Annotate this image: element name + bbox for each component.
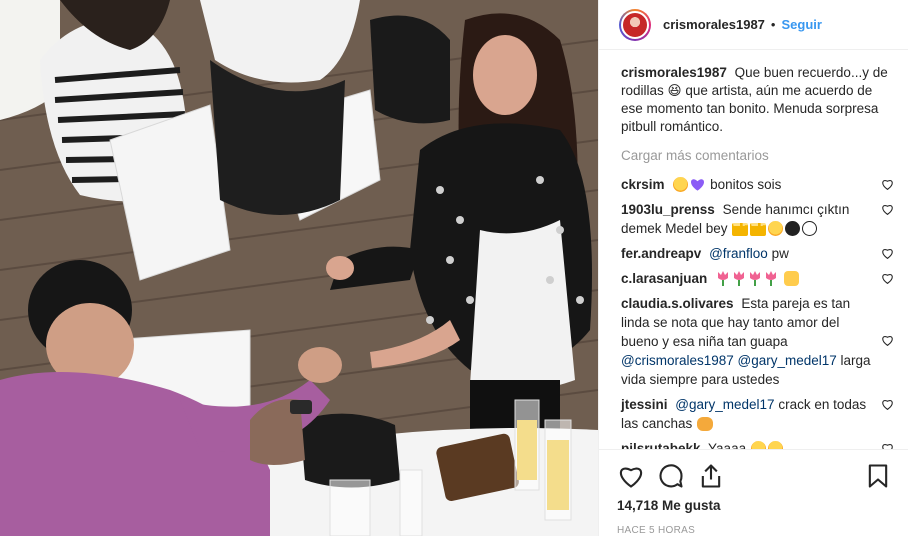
photo-illustration	[0, 0, 598, 536]
comment-item: 1903lu_prenss Sende hanımcı çıktın demek…	[621, 200, 894, 238]
post-timestamp: HACE 5 HORAS	[617, 525, 696, 536]
raised-hands-emoji-icon	[783, 271, 799, 286]
comment-item: jtessini @gary_medel17 crack en todas la…	[621, 395, 894, 433]
star-eyes-emoji-icon	[750, 441, 766, 449]
tulip-emoji-icon	[734, 271, 745, 286]
post-header: crismorales1987 • Seguir	[599, 0, 908, 50]
small-heart-icon[interactable]	[881, 247, 894, 260]
author-username[interactable]: crismorales1987	[663, 17, 765, 32]
small-heart-icon[interactable]	[881, 398, 894, 411]
small-heart-icon[interactable]	[881, 442, 894, 449]
smiling-emoji-icon	[767, 441, 783, 449]
comment-mention[interactable]: @gary_medel17	[738, 353, 837, 368]
bookmark-icon[interactable]	[864, 462, 892, 490]
small-heart-icon[interactable]	[881, 203, 894, 216]
author-avatar[interactable]	[619, 8, 651, 41]
avatar-image	[621, 10, 649, 39]
purple-heart-emoji-icon	[691, 179, 705, 191]
black-circle-emoji-icon	[785, 221, 801, 236]
star-eyes-emoji-icon	[673, 177, 689, 192]
caption-username[interactable]: crismorales1987	[621, 65, 727, 80]
comment-mention[interactable]: @gary_medel17	[675, 397, 774, 412]
likes-count[interactable]: 14,718 Me gusta	[617, 498, 892, 513]
comment-username[interactable]: fer.andreapv	[621, 246, 701, 261]
comment-item: c.larasanjuan	[621, 269, 894, 288]
small-heart-icon[interactable]	[881, 272, 894, 285]
tulip-emoji-icon	[718, 271, 729, 286]
comment-mention[interactable]: @crismorales1987	[621, 353, 734, 368]
flexed-biceps-emoji-icon	[697, 417, 714, 431]
comment-text: bonitos sois	[710, 177, 782, 192]
load-more-comments[interactable]: Cargar más comentarios	[621, 148, 894, 163]
post-photo[interactable]	[0, 0, 598, 536]
comment-username[interactable]: claudia.s.olivares	[621, 296, 734, 311]
comment-mention[interactable]: @franfloo	[709, 246, 768, 261]
share-icon[interactable]	[697, 462, 725, 490]
crown-emoji-icon	[750, 223, 767, 236]
post-caption: crismorales1987 Que buen recuerdo...y de…	[621, 64, 894, 136]
heart-icon[interactable]	[617, 462, 645, 490]
tulip-emoji-icon	[750, 271, 761, 286]
comment-username[interactable]: c.larasanjuan	[621, 271, 707, 286]
comment-item: fer.andreapv @franfloo pw	[621, 244, 894, 263]
header-separator: •	[770, 17, 776, 32]
comment-username[interactable]: ckrsim	[621, 177, 665, 192]
white-circle-emoji-icon	[802, 221, 818, 236]
small-heart-icon[interactable]	[881, 334, 894, 347]
star-eyes-emoji-icon	[768, 221, 784, 236]
crown-emoji-icon	[732, 223, 749, 236]
comment-text: pw	[771, 246, 789, 261]
comment-text: Yaaaa	[708, 441, 747, 449]
comment-username[interactable]: pilsrutabekk	[621, 441, 701, 449]
post-view: crismorales1987 • Seguir crismorales1987…	[0, 0, 908, 536]
comment-username[interactable]: jtessini	[621, 397, 668, 412]
comment-item: ckrsim bonitos sois	[621, 175, 894, 194]
post-actions: 14,718 Me gusta HACE 5 HORAS	[599, 449, 908, 536]
comment-item: claudia.s.olivares Esta pareja es tan li…	[621, 294, 894, 389]
tulip-emoji-icon	[766, 271, 777, 286]
comment-item: pilsrutabekk Yaaaa	[621, 439, 894, 449]
post-side-panel: crismorales1987 • Seguir crismorales1987…	[598, 0, 908, 536]
small-heart-icon[interactable]	[881, 178, 894, 191]
comment-username[interactable]: 1903lu_prenss	[621, 202, 715, 217]
follow-button[interactable]: Seguir	[781, 17, 821, 32]
comment-icon[interactable]	[657, 462, 685, 490]
action-icons	[617, 458, 892, 494]
comments-list[interactable]: crismorales1987 Que buen recuerdo...y de…	[599, 50, 908, 449]
